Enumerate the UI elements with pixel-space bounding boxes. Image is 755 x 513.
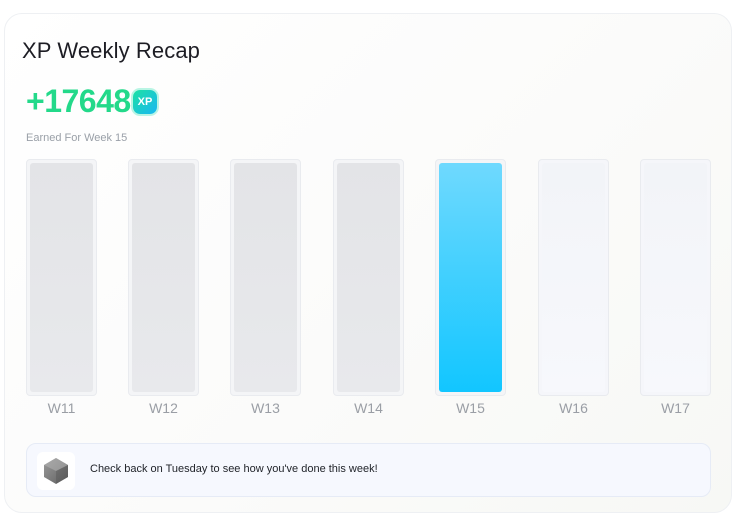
week-label-w12: W12 — [149, 400, 178, 416]
week-bar-fill — [132, 163, 195, 392]
week-bar-fill — [30, 163, 93, 392]
week-bar-w16[interactable] — [538, 159, 609, 396]
week-bar-fill-future — [644, 163, 707, 392]
notice-icon-container — [37, 452, 75, 490]
week-bar-w17[interactable] — [640, 159, 711, 396]
week-label-w15: W15 — [456, 400, 485, 416]
week-label-w17: W17 — [661, 400, 690, 416]
xp-weekly-recap-card: XP Weekly Recap +17648 XP Earned For Wee… — [4, 13, 732, 513]
xp-badge-icon: XP — [133, 90, 157, 114]
week-label-w14: W14 — [354, 400, 383, 416]
week-bar-fill-future — [542, 163, 605, 392]
notice-text: Check back on Tuesday to see how you've … — [90, 463, 378, 475]
week-bar-fill — [234, 163, 297, 392]
week-bar-fill-current — [439, 163, 502, 392]
week-bar-w11[interactable] — [26, 159, 97, 396]
week-label-w13: W13 — [251, 400, 280, 416]
xp-earned-value: +17648 — [26, 83, 131, 119]
week-bar-w13[interactable] — [230, 159, 301, 396]
week-bar-fill — [337, 163, 400, 392]
week-bar-w12[interactable] — [128, 159, 199, 396]
week-bar-w14[interactable] — [333, 159, 404, 396]
hexagon-icon — [44, 458, 68, 484]
earned-for-week-label: Earned For Week 15 — [26, 132, 128, 144]
week-label-w16: W16 — [559, 400, 588, 416]
check-back-notice: Check back on Tuesday to see how you've … — [26, 443, 711, 497]
week-bar-w15[interactable] — [435, 159, 506, 396]
week-label-w11: W11 — [47, 400, 76, 416]
card-title: XP Weekly Recap — [22, 38, 200, 63]
